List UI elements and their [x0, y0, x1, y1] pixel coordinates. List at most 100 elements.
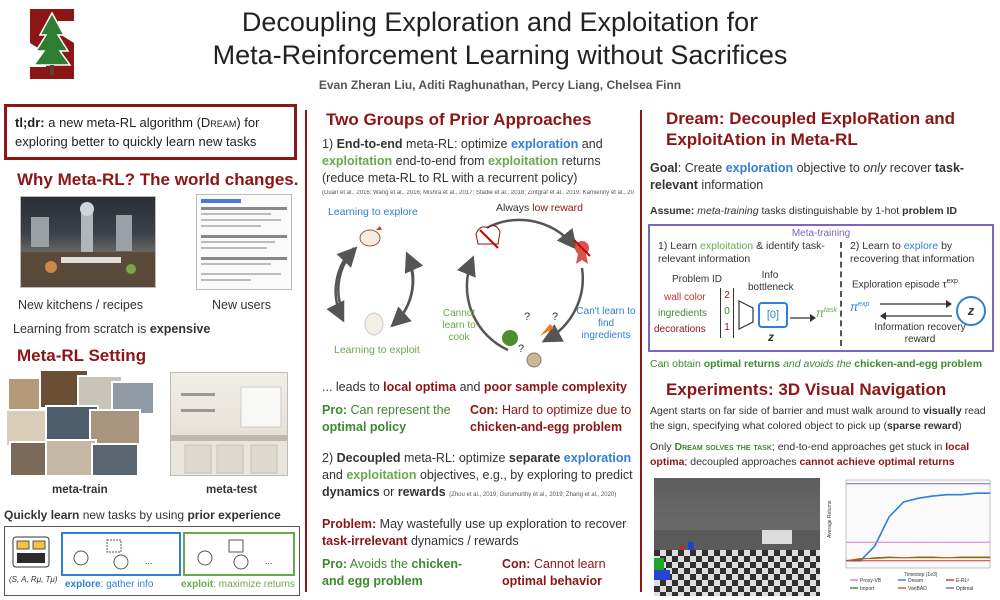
only-t2: ; end-to-end approaches get stuck in — [771, 441, 946, 453]
e2e-t2: and — [578, 137, 603, 151]
explore-text: : gather info — [100, 579, 154, 590]
pro2-label: Pro: — [322, 557, 347, 571]
kitchen-robot-image — [20, 196, 156, 288]
assume-bold: problem ID — [902, 205, 957, 217]
experiments-heading: Experiments: 3D Visual Navigation — [666, 380, 947, 399]
problem-label: Problem: — [322, 517, 377, 531]
leads-b2: poor sample complexity — [483, 380, 628, 394]
con-2: Con: Cannot learn optimal behavior — [502, 556, 634, 590]
dec-dynamics: dynamics — [322, 485, 380, 499]
legend-label: VariBAD — [908, 586, 927, 592]
dec-rewards: rewards — [397, 485, 446, 499]
pi-task-symbol: πtask — [816, 306, 837, 320]
meta-rl-diagram: (S, A, Rμ, Tμ) ... explore: gather info … — [4, 526, 300, 596]
dream-heading-line-1: Dream: Decoupled ExploRation and — [666, 109, 956, 128]
3d-navigation-render — [654, 478, 820, 596]
meta-train-collage — [5, 369, 156, 478]
pro2-text: Avoids the — [347, 557, 412, 571]
paper-title: Decoupling Exploration and Exploitation … — [110, 6, 890, 72]
leads-t2: and — [456, 380, 484, 394]
problem-id-label: Problem ID — [672, 274, 723, 285]
assume-t2: tasks distinguishable by 1-hot — [758, 205, 903, 217]
vec-entry-1: 2 — [724, 290, 730, 301]
dec-explore: exploration — [563, 451, 632, 465]
meta-test-kitchen-image — [170, 372, 288, 476]
meta-training-box: Meta-training 1) Learn exploitation & id… — [648, 224, 994, 352]
problem-plain-2: dynamics / rewards — [407, 534, 519, 548]
goal-label: Goal — [650, 161, 678, 175]
assume-label: Assume: — [650, 205, 695, 217]
stanford-logo — [22, 5, 82, 83]
author-list: Evan Zheran Liu, Aditi Raghunathan, Perc… — [318, 78, 682, 92]
tldr-text-1: a new meta-RL algorithm ( — [44, 115, 201, 130]
dec-citation: (Zhou et al., 2019; Gurumurthy et al., 2… — [449, 492, 617, 498]
meta-training-title: Meta-training — [791, 228, 851, 239]
scratch-text: Learning from scratch is expensive — [13, 322, 210, 336]
exploration-episode-label: Exploration episode τexp — [852, 278, 958, 290]
scratch-plain: Learning from scratch is — [13, 322, 150, 336]
legend-label: Proxy-VB — [860, 578, 882, 584]
legend-label: E-RL² — [956, 578, 969, 584]
dream-heading: Dream: Decoupled ExploRation and Exploit… — [666, 108, 996, 150]
dec-bold: Decoupled — [336, 451, 401, 465]
experiment-description: Agent starts on far side of barrier and … — [650, 404, 995, 434]
svg-text:...: ... — [265, 556, 273, 566]
con2-label: Con: — [502, 557, 531, 571]
obtain-optimal-text: Can obtain optimal returns and avoids th… — [650, 358, 982, 370]
exp-b2: sparse reward — [886, 420, 959, 432]
pi-exp-letter: π — [850, 300, 859, 314]
why-metarl-heading: Why Meta-RL? The world changes. — [17, 170, 299, 189]
dec-separate: separate — [508, 451, 561, 465]
e2e-t3: end-to-end from — [392, 154, 489, 168]
encoder-trapezoid — [738, 300, 754, 335]
wall-color-label: wall color — [664, 292, 706, 303]
step1-exploit: exploitation — [700, 240, 754, 252]
decorations-label: decorations — [654, 324, 706, 335]
svg-text:?: ? — [518, 343, 524, 355]
info-recovery-label: Information recovery reward — [874, 322, 966, 345]
episode-text: Exploration episode τ — [852, 279, 947, 291]
goal-text: Goal: Create exploration objective to on… — [650, 160, 990, 194]
obtain-t1: Can obtain — [650, 358, 704, 370]
explore-box: ... — [61, 532, 181, 576]
legend-label: Import — [860, 586, 875, 592]
pi-task-sup: task — [824, 307, 837, 314]
quick-text: new tasks by using — [79, 508, 188, 522]
obtain-b1: optimal returns — [703, 358, 781, 370]
assume-text: Assume: meta-training tasks distinguisha… — [650, 205, 995, 217]
dec-t4: or — [379, 485, 398, 499]
con1-label: Con: — [470, 403, 499, 417]
prior-approaches-heading: Two Groups of Prior Approaches — [326, 110, 592, 129]
pro-1: Pro: Can represent the optimal policy — [322, 402, 462, 436]
dec-exploit: exploitation — [346, 468, 417, 482]
mdp-icon — [11, 533, 51, 571]
dashed-separator — [840, 242, 842, 346]
results-chart-svg: Average Returns Timestep (1e3) Proxy-VB D… — [827, 479, 991, 592]
ingredients-label: ingredients — [658, 308, 707, 319]
dec-num: 2) — [322, 451, 337, 465]
con1-text: Hard to optimize due to — [498, 403, 632, 417]
con1-bold: chicken-and-egg problem — [470, 420, 623, 434]
e2e-explore: exploration — [510, 137, 579, 151]
exp-b1: visually — [923, 405, 962, 417]
title-line-2: Meta-Reinforcement Learning without Sacr… — [212, 40, 788, 70]
explore-label: explore — [65, 579, 101, 590]
problem-text: Problem: May wastefully use up explorati… — [322, 516, 634, 550]
e2e-num: 1) — [322, 137, 337, 151]
problem-bold: task-irrelevant — [322, 534, 408, 548]
dec-t1: meta-RL: optimize — [400, 451, 509, 465]
exploit-label: exploit — [181, 579, 214, 590]
e2e-citation: (Duan et al., 2016; Wang et al., 2016; M… — [322, 190, 634, 196]
mdp-tuple: (S, A, Rμ, Tμ) — [9, 575, 58, 584]
plot-ylabel: Average Returns — [827, 500, 833, 538]
e2e-description: 1) End-to-end meta-RL: optimize explorat… — [322, 136, 634, 187]
decoupled-description: 2) Decoupled meta-RL: optimize separate … — [322, 450, 634, 504]
step-1-text: 1) Learn exploitation & identify task-re… — [658, 240, 825, 265]
pro1-bold: optimal policy — [322, 420, 407, 434]
goal-explore: exploration — [725, 161, 794, 175]
tldr-label: tl;dr: — [15, 115, 45, 130]
explore-caption: explore: gather info — [65, 579, 153, 590]
problem-plain: May wastefully use up exploration to rec… — [376, 517, 627, 531]
pro1-label: Pro: — [322, 403, 347, 417]
exploit-text: : maximize returns — [213, 579, 295, 590]
